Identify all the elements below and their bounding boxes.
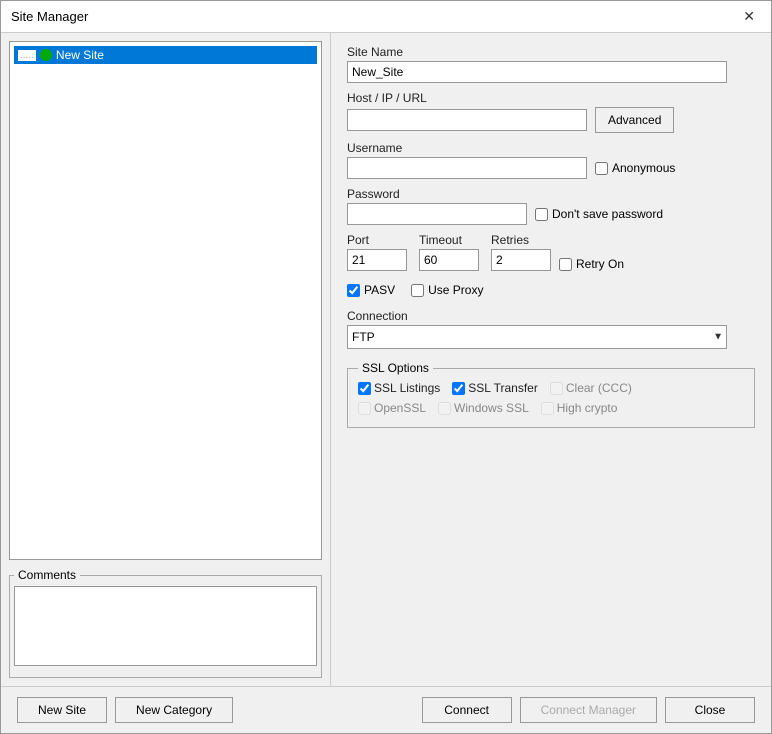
- tree-item-new-site[interactable]: ..... New Site: [14, 46, 317, 64]
- title-bar: Site Manager ✕: [1, 1, 771, 33]
- port-field: Port: [347, 233, 407, 271]
- tree-item-label: New Site: [56, 48, 104, 62]
- anonymous-label: Anonymous: [612, 161, 675, 175]
- host-input[interactable]: [347, 109, 587, 131]
- openssl-label: OpenSSL: [374, 401, 426, 415]
- ssl-transfer-group: SSL Transfer: [452, 381, 538, 395]
- username-label: Username: [347, 141, 755, 155]
- connection-group: Connection FTP SFTP FTPS FTPES ▼: [347, 309, 755, 349]
- high-crypto-checkbox[interactable]: [541, 402, 554, 415]
- openssl-checkbox[interactable]: [358, 402, 371, 415]
- username-input[interactable]: [347, 157, 587, 179]
- windows-ssl-group: Windows SSL: [438, 401, 529, 415]
- port-label: Port: [347, 233, 407, 247]
- pasv-checkbox[interactable]: [347, 284, 360, 297]
- password-label: Password: [347, 187, 755, 201]
- use-proxy-label: Use Proxy: [428, 283, 483, 297]
- ssl-row-1: SSL Listings SSL Transfer Clear (CCC): [358, 381, 744, 395]
- site-name-input[interactable]: [347, 61, 727, 83]
- retry-on-label: Retry On: [576, 257, 624, 271]
- username-row: Anonymous: [347, 157, 755, 179]
- ssl-transfer-checkbox[interactable]: [452, 382, 465, 395]
- dont-save-checkbox[interactable]: [535, 208, 548, 221]
- connection-select-wrapper: FTP SFTP FTPS FTPES ▼: [347, 325, 727, 349]
- windows-ssl-checkbox[interactable]: [438, 402, 451, 415]
- right-panel: Site Name Host / IP / URL Advanced Usern…: [331, 33, 771, 686]
- use-proxy-checkbox[interactable]: [411, 284, 424, 297]
- pasv-group: PASV: [347, 283, 395, 297]
- anonymous-group: Anonymous: [595, 161, 675, 175]
- password-input[interactable]: [347, 203, 527, 225]
- host-group: Host / IP / URL Advanced: [347, 91, 755, 133]
- advanced-button[interactable]: Advanced: [595, 107, 674, 133]
- left-panel: ..... New Site Comments: [1, 33, 331, 686]
- ssl-legend: SSL Options: [358, 361, 433, 375]
- retry-row: Retry On: [491, 249, 624, 271]
- connect-manager-button[interactable]: Connect Manager: [520, 697, 657, 723]
- timeout-input[interactable]: [419, 249, 479, 271]
- ssl-clear-group: Clear (CCC): [550, 381, 632, 395]
- windows-ssl-label: Windows SSL: [454, 401, 529, 415]
- port-timeout-retries-row: Port Timeout Retries Retry On: [347, 233, 755, 271]
- ssl-clear-checkbox[interactable]: [550, 382, 563, 395]
- anonymous-checkbox[interactable]: [595, 162, 608, 175]
- ssl-listings-label: SSL Listings: [374, 381, 440, 395]
- ssl-listings-checkbox[interactable]: [358, 382, 371, 395]
- ssl-clear-label: Clear (CCC): [566, 381, 632, 395]
- close-button[interactable]: Close: [665, 697, 755, 723]
- openssl-group: OpenSSL: [358, 401, 426, 415]
- password-group: Password Don't save password: [347, 187, 755, 225]
- password-row: Don't save password: [347, 203, 755, 225]
- retries-field: Retries Retry On: [491, 233, 624, 271]
- timeout-field: Timeout: [419, 233, 479, 271]
- retries-label: Retries: [491, 233, 624, 247]
- site-manager-window: Site Manager ✕ ..... New Site Comments S…: [0, 0, 772, 734]
- main-content: ..... New Site Comments Site Name Host /…: [1, 33, 771, 686]
- retry-on-checkbox[interactable]: [559, 258, 572, 271]
- username-group: Username Anonymous: [347, 141, 755, 179]
- ssl-listings-group: SSL Listings: [358, 381, 440, 395]
- pasv-label: PASV: [364, 283, 395, 297]
- host-row: Advanced: [347, 107, 755, 133]
- connect-button[interactable]: Connect: [422, 697, 512, 723]
- comments-fieldset: Comments: [9, 568, 322, 678]
- timeout-label: Timeout: [419, 233, 479, 247]
- ssl-fieldset: SSL Options SSL Listings SSL Transfer Cl…: [347, 361, 755, 428]
- new-category-button[interactable]: New Category: [115, 697, 233, 723]
- new-site-button[interactable]: New Site: [17, 697, 107, 723]
- dont-save-label: Don't save password: [552, 207, 663, 221]
- site-status-icon: [40, 49, 52, 61]
- footer: New Site New Category Connect Connect Ma…: [1, 686, 771, 733]
- connection-label: Connection: [347, 309, 755, 323]
- site-name-label: Site Name: [347, 45, 755, 59]
- tree-item-dots: .....: [18, 50, 36, 61]
- options-row: PASV Use Proxy: [347, 283, 755, 297]
- high-crypto-group: High crypto: [541, 401, 618, 415]
- high-crypto-label: High crypto: [557, 401, 618, 415]
- connection-select[interactable]: FTP SFTP FTPS FTPES: [347, 325, 727, 349]
- dont-save-group: Don't save password: [535, 207, 663, 221]
- window-title: Site Manager: [11, 9, 88, 24]
- comments-legend: Comments: [14, 568, 80, 582]
- ssl-transfer-label: SSL Transfer: [468, 381, 538, 395]
- port-input[interactable]: [347, 249, 407, 271]
- ssl-row-2: OpenSSL Windows SSL High crypto: [358, 401, 744, 415]
- host-label: Host / IP / URL: [347, 91, 755, 105]
- comments-textarea[interactable]: [14, 586, 317, 666]
- close-window-button[interactable]: ✕: [737, 6, 761, 27]
- site-tree[interactable]: ..... New Site: [9, 41, 322, 560]
- retry-on-group: Retry On: [559, 257, 624, 271]
- site-name-group: Site Name: [347, 45, 755, 83]
- retries-input[interactable]: [491, 249, 551, 271]
- use-proxy-group: Use Proxy: [411, 283, 483, 297]
